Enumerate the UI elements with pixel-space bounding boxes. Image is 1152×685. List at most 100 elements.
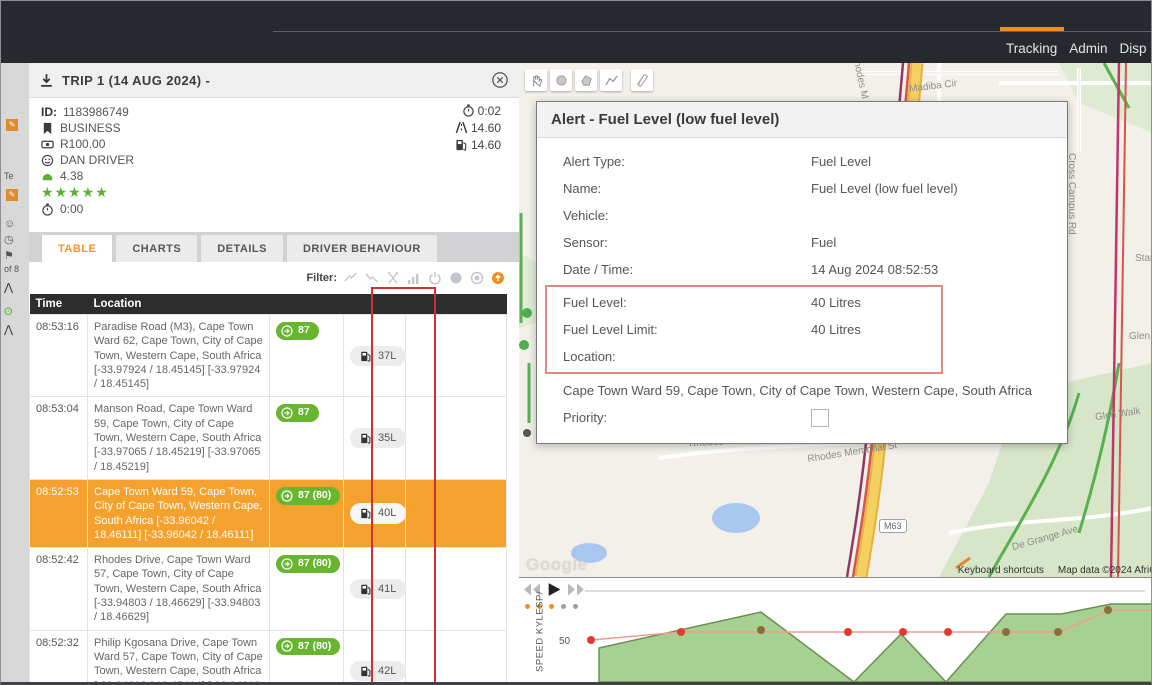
table-row[interactable]: 08:53:16 Paradise Road (M3), Cape Town W…: [30, 315, 507, 397]
table-row-selected[interactable]: 08:52:53 Cape Town Ward 59, Cape Town, C…: [30, 479, 507, 547]
main-nav: Tracking Admin Disp: [1006, 41, 1147, 56]
draw-polyline-icon[interactable]: [600, 69, 622, 91]
circle-filled-icon[interactable]: [449, 271, 463, 285]
cell-fuel: 35L: [344, 397, 406, 479]
tab-table[interactable]: TABLE: [41, 234, 113, 262]
alert-field-row: Vehicle:: [551, 202, 1053, 229]
cell-time: 08:53:16: [30, 315, 88, 397]
draw-circle-icon[interactable]: [550, 69, 572, 91]
priority-checkbox[interactable]: [811, 409, 829, 427]
cell-location: Manson Road, Cape Town Ward 59, Cape Tow…: [88, 397, 270, 479]
cell-speed: 87: [270, 397, 344, 479]
alert-field-row: Fuel Level Limit:40 Litres: [551, 316, 941, 343]
map-toolbar: [525, 69, 653, 91]
record-icon[interactable]: [470, 271, 484, 285]
arrow-circle-icon: [281, 490, 293, 502]
alert-location-text: Cape Town Ward 59, Cape Town, City of Ca…: [563, 380, 1053, 402]
chart-y-axis-label: SPEED KYLESP/: [535, 587, 546, 677]
cell-location: Philip Kgosana Drive, Cape Town Ward 57,…: [88, 630, 270, 685]
active-tab-indicator: [1000, 27, 1064, 31]
table-row[interactable]: 08:52:32 Philip Kgosana Drive, Cape Town…: [30, 630, 507, 685]
navbar-divider: [273, 31, 1152, 32]
fuel-chip: 40L: [350, 503, 406, 523]
trip-duration-row: 0:02: [455, 102, 501, 119]
trip-tabs: TABLE CHARTS DETAILS DRIVER BEHAVIOUR: [29, 232, 519, 262]
trend-down-icon[interactable]: [365, 271, 379, 285]
alert-highlighted-fields: Fuel Level:40 Litres Fuel Level Limit:40…: [545, 285, 943, 374]
arrow-circle-icon: [281, 407, 293, 419]
cell-extra: [406, 315, 507, 397]
signal-icon[interactable]: [407, 271, 421, 285]
draw-polygon-icon[interactable]: [575, 69, 597, 91]
table-row[interactable]: 08:52:42 Rhodes Drive, Cape Town Ward 57…: [30, 548, 507, 630]
trip-distance-row: 14.60: [455, 119, 501, 136]
alert-popup-title: Alert - Fuel Level (low fuel level): [537, 102, 1067, 138]
trip-id-value: 1183986749: [63, 105, 129, 119]
nav-dispatch[interactable]: Disp: [1120, 41, 1147, 56]
trip-idle-row: 0:00: [41, 201, 507, 217]
trip-detail-panel: TRIP 1 (14 AUG 2024) - ID: 1183986749 BU…: [29, 63, 520, 685]
speed-dot[interactable]: [573, 604, 578, 609]
speed-dot[interactable]: [561, 604, 566, 609]
playback-slider[interactable]: [585, 590, 1145, 592]
playback-speed-dots: [525, 604, 578, 609]
background-panel-strip: ✎ ✎ Te ☺ ◷ ⚑ of 8 ⋀ ʘ ⋀: [1, 63, 30, 685]
nav-tracking[interactable]: Tracking: [1006, 41, 1057, 56]
cell-time: 08:52:53: [30, 479, 88, 547]
table-row[interactable]: 08:53:04 Manson Road, Cape Town Ward 59,…: [30, 397, 507, 479]
alert-field-row: Sensor:Fuel: [551, 229, 1053, 256]
tab-details[interactable]: DETAILS: [200, 234, 284, 262]
download-icon[interactable]: [39, 73, 54, 88]
arrow-circle-icon: [281, 558, 293, 570]
col-extra: [406, 294, 507, 315]
fuel-pump-icon: [455, 138, 468, 151]
pan-hand-icon[interactable]: [525, 69, 547, 91]
alert-popup: Alert - Fuel Level (low fuel level) Aler…: [536, 101, 1068, 444]
tab-charts[interactable]: CHARTS: [115, 234, 198, 262]
nav-admin[interactable]: Admin: [1069, 41, 1107, 56]
stopwatch-icon: [41, 203, 54, 216]
clock-icon: ◷: [4, 233, 14, 246]
chart-y-tick: 50: [559, 636, 570, 647]
fuel-chip: 35L: [350, 428, 406, 448]
fuel-pump-icon: [360, 583, 372, 595]
alert-popup-body: Alert Type:Fuel Level Name:Fuel Level (l…: [537, 138, 1067, 443]
trip-driver-row: DAN DRIVER: [41, 152, 507, 168]
priority-label: Priority:: [563, 410, 811, 425]
cell-fuel: 42L: [344, 630, 406, 685]
power-icon[interactable]: [428, 271, 442, 285]
junction-icon[interactable]: [386, 271, 400, 285]
cell-time: 08:53:04: [30, 397, 88, 479]
trip-stats: 0:02 14.60 14.60: [455, 102, 501, 153]
up-circle-icon[interactable]: [491, 271, 505, 285]
fast-forward-icon[interactable]: [567, 582, 585, 597]
fuel-chip: 42L: [350, 661, 406, 681]
fuel-pump-icon: [360, 350, 372, 362]
trip-category: BUSINESS: [60, 121, 121, 135]
ruler-icon[interactable]: [631, 69, 653, 91]
trend-up-icon[interactable]: [344, 271, 358, 285]
edit-icon[interactable]: ✎: [6, 119, 18, 131]
tab-driver-behaviour[interactable]: DRIVER BEHAVIOUR: [286, 234, 438, 262]
speed-chart-panel: SPEED KYLESP/ 50: [519, 577, 1152, 684]
edit-icon[interactable]: ✎: [6, 189, 18, 201]
cell-location: Rhodes Drive, Cape Town Ward 57, Cape To…: [88, 548, 270, 630]
keyboard-shortcuts-link[interactable]: Keyboard shortcuts: [958, 565, 1044, 576]
cell-fuel: 40L: [344, 479, 406, 547]
alert-field-row: Fuel Level:40 Litres: [551, 289, 941, 316]
speed-dot[interactable]: [525, 604, 530, 609]
cell-speed: 87 (80): [270, 548, 344, 630]
fuel-pump-icon: [360, 507, 372, 519]
table-header-row: Time Location: [30, 294, 507, 315]
speed-badge: 87: [276, 404, 319, 422]
trip-title: TRIP 1 (14 AUG 2024) -: [62, 73, 210, 88]
close-icon[interactable]: [491, 71, 509, 89]
play-icon[interactable]: [545, 582, 563, 597]
speed-dot[interactable]: [549, 604, 554, 609]
filter-row: Filter:: [29, 262, 519, 294]
app-window: Tracking Admin Disp ✎ ✎ Te ☺ ◷ ⚑ of 8 ⋀ …: [0, 0, 1152, 685]
trip-fuel-row: 14.60: [455, 136, 501, 153]
cash-icon: [41, 138, 54, 151]
route-badge: M63: [879, 519, 907, 533]
cell-location: Cape Town Ward 59, Cape Town, City of Ca…: [88, 479, 270, 547]
